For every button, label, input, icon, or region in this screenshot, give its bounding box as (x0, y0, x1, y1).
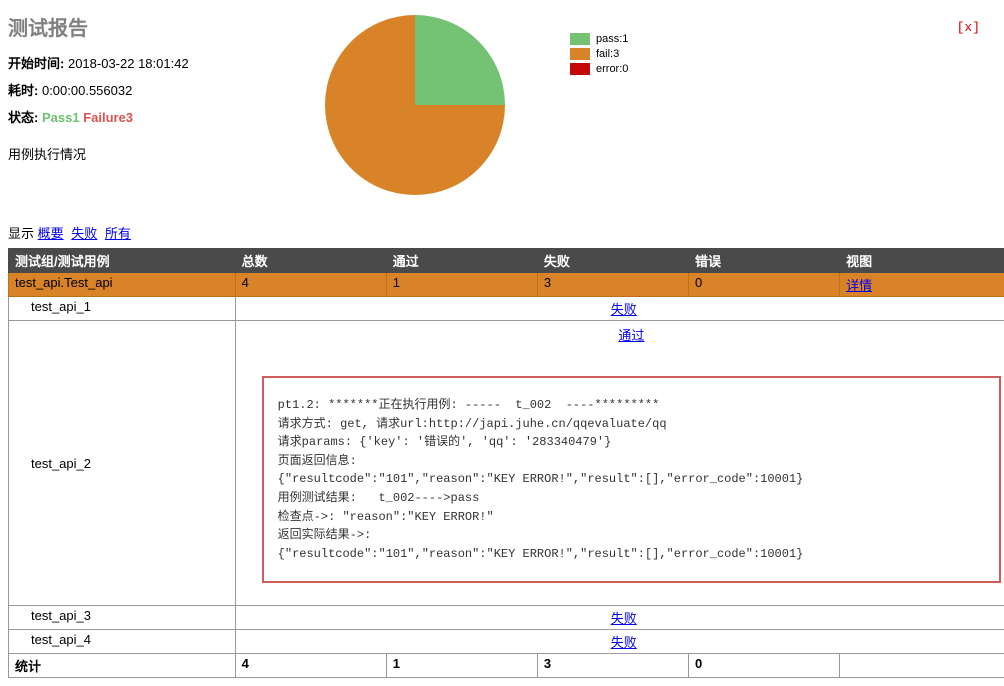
status-fail: Failure3 (83, 110, 133, 125)
case-row: test_api_2通过[x]pt1.2: *******正在执行用例: ---… (9, 321, 1004, 606)
th-name: 测试组/测试用例 (9, 249, 236, 273)
case-row: test_api_1 失败 (9, 297, 1004, 321)
status-label: 状态: (8, 110, 38, 125)
totals-total: 4 (235, 654, 386, 678)
case-status-cell: 失败 (235, 606, 1004, 630)
group-name: test_api.Test_api (9, 273, 236, 297)
case-status-link[interactable]: 通过 (618, 328, 644, 343)
group-total: 4 (235, 273, 386, 297)
case-name: test_api_1 (9, 297, 236, 321)
totals-pass: 1 (386, 654, 537, 678)
status-pass: Pass1 (42, 110, 80, 125)
th-error: 错误 (689, 249, 840, 273)
legend-item: pass:1 (570, 33, 628, 45)
close-icon[interactable]: [x] (957, 20, 980, 35)
group-row: test_api.Test_api4130 详情 (9, 273, 1004, 297)
totals-view (840, 654, 1004, 678)
legend-swatch (570, 63, 590, 75)
th-view: 视图 (840, 249, 1004, 273)
th-fail: 失败 (537, 249, 688, 273)
legend-label: pass:1 (596, 33, 628, 45)
show-filter-line: 显示 概要 失败 所有 (8, 223, 996, 242)
start-time-value: 2018-03-22 18:01:42 (68, 56, 189, 71)
show-fail-link[interactable]: 失败 (71, 226, 97, 241)
pie-chart (320, 10, 510, 200)
legend-label: fail:3 (596, 48, 619, 60)
legend-item: error:0 (570, 63, 628, 75)
report-table: 测试组/测试用例 总数 通过 失败 错误 视图 错 test_api.Test_… (8, 248, 1004, 678)
case-status-link[interactable]: 失败 (611, 302, 637, 317)
case-status-link[interactable]: 失败 (611, 611, 637, 626)
log-output: pt1.2: *******正在执行用例: ----- t_002 ----**… (262, 376, 1001, 583)
th-total: 总数 (235, 249, 386, 273)
case-detail-cell: 通过[x]pt1.2: *******正在执行用例: ----- t_002 -… (235, 321, 1004, 606)
start-time-label: 开始时间: (8, 56, 64, 71)
case-status-cell: 失败 (235, 297, 1004, 321)
duration-label: 耗时: (8, 83, 38, 98)
legend-label: error:0 (596, 63, 628, 75)
totals-row: 统计4130 (9, 654, 1004, 678)
group-error: 0 (689, 273, 840, 297)
legend-swatch (570, 48, 590, 60)
group-detail-link[interactable]: 详情 (846, 278, 872, 293)
case-name: test_api_4 (9, 630, 236, 654)
chart-legend: pass:1 fail:3 error:0 (570, 30, 628, 78)
totals-fail: 3 (537, 654, 688, 678)
pie-chart-area: pass:1 fail:3 error:0 (320, 10, 628, 200)
group-view: 详情 (840, 273, 1004, 297)
case-name: test_api_3 (9, 606, 236, 630)
th-pass: 通过 (386, 249, 537, 273)
table-header-row: 测试组/测试用例 总数 通过 失败 错误 视图 错 (9, 249, 1004, 273)
group-pass: 1 (386, 273, 537, 297)
case-row: test_api_3 失败 (9, 606, 1004, 630)
case-status-cell: 失败 (235, 630, 1004, 654)
show-summary-link[interactable]: 概要 (38, 226, 64, 241)
show-label: 显示 (8, 226, 34, 241)
duration-value: 0:00:00.556032 (42, 83, 132, 98)
legend-item: fail:3 (570, 48, 628, 60)
case-status-link[interactable]: 失败 (611, 635, 637, 650)
totals-error: 0 (689, 654, 840, 678)
totals-name: 统计 (9, 654, 236, 678)
show-all-link[interactable]: 所有 (105, 226, 131, 241)
case-row: test_api_4 失败 (9, 630, 1004, 654)
case-name: test_api_2 (9, 321, 236, 606)
legend-swatch (570, 33, 590, 45)
group-fail: 3 (537, 273, 688, 297)
